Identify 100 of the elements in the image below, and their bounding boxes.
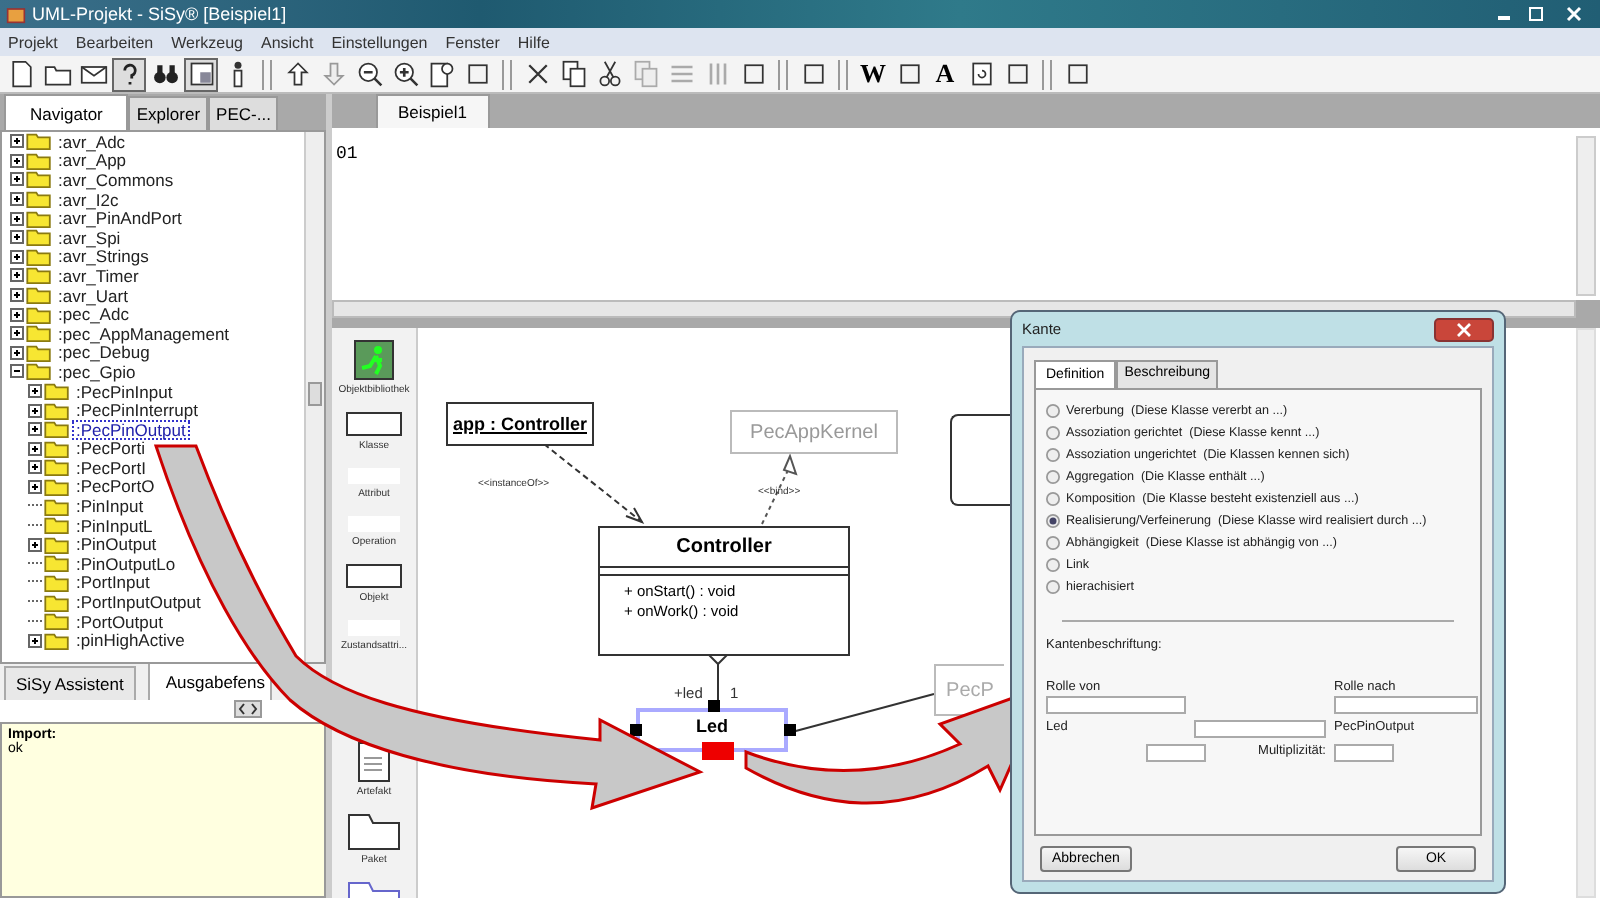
- text-editor[interactable]: 01: [332, 128, 1600, 300]
- menu-item[interactable]: Fenster: [445, 33, 500, 51]
- tree-item[interactable]: :avr_Strings: [54, 246, 153, 267]
- tree-item[interactable]: :avr_Timer: [54, 265, 143, 286]
- tree-item[interactable]: :avr_Spi: [54, 227, 125, 248]
- scrollbar[interactable]: [1576, 328, 1596, 898]
- expand-icon[interactable]: [10, 230, 24, 245]
- expand-icon[interactable]: [28, 479, 42, 494]
- menu-item[interactable]: Hilfe: [517, 33, 550, 51]
- expand-icon[interactable]: [10, 326, 24, 341]
- input-field[interactable]: [1046, 696, 1186, 714]
- panel-tab[interactable]: Navigator: [4, 94, 129, 130]
- expand-icon[interactable]: [10, 268, 24, 283]
- tree-item[interactable]: :PinInput: [72, 496, 148, 517]
- class-name: Led: [695, 716, 728, 736]
- radio-button[interactable]: [1046, 580, 1060, 594]
- panel-tab[interactable]: Explorer: [128, 96, 209, 130]
- expand-icon[interactable]: [10, 192, 24, 207]
- tree-item[interactable]: :PortInputOutput: [72, 592, 205, 613]
- scrollbar[interactable]: [304, 132, 324, 662]
- tree-item[interactable]: :avr_Uart: [54, 285, 132, 306]
- tree-item[interactable]: :avr_Commons: [54, 169, 178, 190]
- menu-item[interactable]: Projekt: [8, 33, 58, 51]
- tree-item[interactable]: :PortOutput: [72, 611, 167, 632]
- tree-item[interactable]: :PecPortO: [72, 476, 159, 497]
- menu-item[interactable]: Werkzeug: [171, 33, 243, 51]
- scrollbar[interactable]: [1576, 136, 1596, 296]
- expand-icon[interactable]: [10, 153, 24, 168]
- radio-button[interactable]: [1046, 448, 1060, 462]
- rectangle-icon[interactable]: [346, 412, 402, 436]
- tree-item[interactable]: :PinInputL: [72, 515, 157, 536]
- expand-icon[interactable]: [10, 288, 24, 303]
- input-field[interactable]: [1194, 720, 1326, 738]
- radio-button[interactable]: [1046, 514, 1060, 528]
- input-field[interactable]: [1334, 744, 1394, 762]
- tree-item[interactable]: :PinOutput: [72, 534, 161, 555]
- folder-icon: [44, 382, 70, 401]
- panel-tab[interactable]: Ausgabefens: [147, 662, 273, 700]
- folder-icon: [44, 612, 70, 631]
- tree-item[interactable]: :pec_Gpio: [54, 361, 140, 382]
- expand-icon[interactable]: [28, 537, 42, 552]
- tree-item[interactable]: :avr_App: [54, 150, 131, 171]
- expand-icon[interactable]: [28, 384, 42, 399]
- tree-item[interactable]: :PecPorti: [72, 438, 149, 459]
- expand-icon[interactable]: [10, 211, 24, 226]
- port-marker[interactable]: [702, 742, 734, 760]
- toolbar-button[interactable]: W: [856, 57, 890, 91]
- panel-tab[interactable]: SiSy Assistent: [4, 666, 136, 700]
- panel-tab[interactable]: PEC-...: [208, 96, 279, 130]
- radio-button[interactable]: [1046, 492, 1060, 506]
- folder-icon: [26, 324, 52, 343]
- collapse-icon[interactable]: [10, 364, 24, 379]
- tree-item[interactable]: :avr_Adc: [54, 132, 130, 152]
- folder-icon[interactable]: [348, 814, 400, 850]
- expand-icon[interactable]: [10, 249, 24, 264]
- tree-item[interactable]: :PinOutputLo: [72, 553, 180, 574]
- tree-item[interactable]: :PecPinInput: [72, 381, 177, 402]
- radio-button[interactable]: [1046, 558, 1060, 572]
- tree-item[interactable]: :pec_Debug: [54, 342, 154, 363]
- selection-handle[interactable]: [708, 700, 720, 712]
- toolbar-button[interactable]: [184, 57, 218, 91]
- radio-button[interactable]: [1046, 536, 1060, 550]
- tree-item[interactable]: :pec_Adc: [54, 304, 133, 325]
- radio-button[interactable]: [1046, 470, 1060, 484]
- radio-button[interactable]: [1046, 426, 1060, 440]
- selection-handle[interactable]: [630, 724, 642, 736]
- class-node[interactable]: [950, 414, 1012, 506]
- menu-item[interactable]: Bearbeiten: [75, 33, 154, 51]
- expand-icon[interactable]: [28, 403, 42, 418]
- object-node[interactable]: app : Controller: [446, 402, 594, 446]
- toggle-icon[interactable]: [234, 700, 262, 718]
- menu-item[interactable]: Ansicht: [260, 33, 314, 51]
- input-field[interactable]: [1334, 696, 1478, 714]
- tree-item[interactable]: :pec_AppManagement: [54, 323, 234, 344]
- tree-item[interactable]: :avr_PinAndPort: [54, 208, 186, 229]
- selection-handle[interactable]: [784, 724, 796, 736]
- tree-item[interactable]: :pinHighActive: [72, 630, 189, 651]
- tree-item[interactable]: :PecPinOutput: [72, 419, 190, 440]
- running-figure-icon[interactable]: [353, 340, 394, 380]
- tree-item[interactable]: :PortInput: [72, 572, 154, 593]
- expand-icon[interactable]: [10, 345, 24, 360]
- class-node[interactable]: Led: [636, 708, 788, 752]
- expand-icon[interactable]: [28, 460, 42, 475]
- tree-item[interactable]: :PecPinInterrupt: [72, 400, 202, 421]
- toolbar-button[interactable]: [112, 57, 146, 91]
- expand-icon[interactable]: [28, 441, 42, 456]
- expand-icon[interactable]: [10, 172, 24, 187]
- toolbar-button[interactable]: A: [928, 57, 962, 91]
- tree-item[interactable]: :avr_I2c: [54, 189, 123, 210]
- expand-icon[interactable]: [28, 422, 42, 437]
- close-button[interactable]: [1434, 317, 1494, 341]
- expand-icon[interactable]: [10, 134, 24, 149]
- tree-item[interactable]: :PecPortI: [72, 457, 150, 478]
- expand-icon[interactable]: [28, 633, 42, 648]
- expand-icon[interactable]: [10, 307, 24, 322]
- rectangle-icon[interactable]: [346, 564, 402, 588]
- menu-item[interactable]: Einstellungen: [331, 33, 428, 51]
- input-field[interactable]: [1146, 744, 1206, 762]
- radio-button[interactable]: [1046, 404, 1060, 418]
- editor-tab[interactable]: Beispiel1: [376, 94, 489, 128]
